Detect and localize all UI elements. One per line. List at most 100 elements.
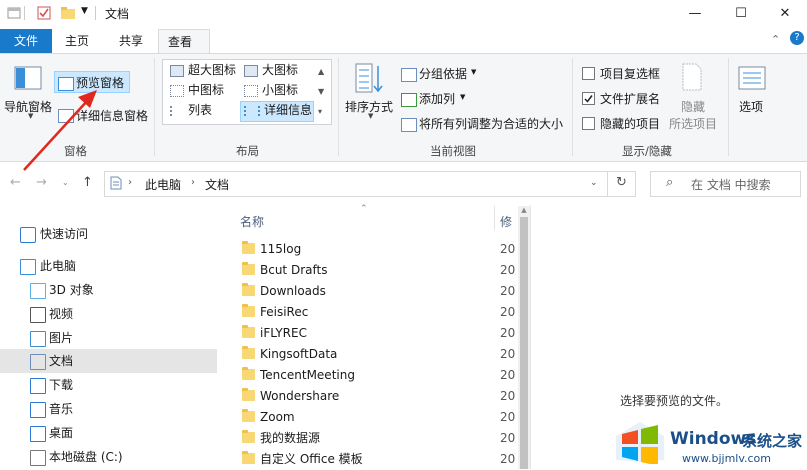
breadcrumb-sep-icon[interactable]: › bbox=[191, 177, 195, 188]
scroll-up-icon[interactable]: ▲ bbox=[519, 206, 529, 214]
new-folder-icon[interactable] bbox=[60, 5, 76, 21]
add-column-icon bbox=[401, 92, 417, 107]
nav-item-label: 此电脑 bbox=[40, 259, 77, 273]
layout-large-icons[interactable]: 大图标 bbox=[244, 60, 298, 80]
folder-icon bbox=[242, 241, 255, 254]
file-row[interactable]: KingsoftData 20 bbox=[238, 344, 518, 365]
separator bbox=[572, 58, 573, 156]
file-row[interactable]: Downloads 20 bbox=[238, 281, 518, 302]
add-column-button[interactable]: 添加列 bbox=[419, 90, 455, 107]
file-row[interactable]: iFLYREC 20 bbox=[238, 323, 518, 344]
file-name: FeisiRec bbox=[260, 305, 309, 319]
file-row[interactable]: 115log 20 bbox=[238, 239, 518, 260]
column-header-date[interactable]: 修 bbox=[500, 213, 512, 230]
file-row[interactable]: FeisiRec 20 bbox=[238, 302, 518, 323]
nav-item[interactable]: 视频 bbox=[0, 302, 217, 326]
file-name: 自定义 Office 模板 bbox=[260, 452, 363, 466]
address-dropdown-icon[interactable]: ⌄ bbox=[590, 178, 598, 188]
refresh-button[interactable]: ↻ bbox=[616, 175, 627, 190]
file-date: 20 bbox=[500, 263, 516, 277]
file-extensions-checkbox[interactable] bbox=[582, 92, 595, 108]
file-date: 20 bbox=[500, 347, 516, 361]
tab-home[interactable]: 主页 bbox=[56, 29, 98, 53]
properties-icon[interactable] bbox=[36, 5, 52, 21]
folder-icon bbox=[242, 451, 255, 464]
ribbon-collapse-icon[interactable]: ⌃ bbox=[771, 33, 780, 46]
hide-selected-icon bbox=[681, 63, 703, 94]
address-bar[interactable] bbox=[104, 171, 636, 197]
layout-medium-icons[interactable]: 中图标 bbox=[170, 80, 224, 100]
tab-share[interactable]: 共享 bbox=[110, 29, 152, 53]
back-arrow-icon: ← bbox=[10, 175, 21, 190]
forward-button[interactable]: → bbox=[36, 175, 47, 190]
nav-item[interactable]: 本地磁盘 (C:) bbox=[0, 445, 217, 469]
minimize-button[interactable]: — bbox=[672, 0, 718, 27]
back-button[interactable]: ← bbox=[10, 175, 21, 190]
file-row[interactable]: 自定义 Office 模板 20 bbox=[238, 449, 518, 470]
hide-button[interactable]: 隐藏 bbox=[681, 98, 705, 115]
tab-file[interactable]: 文件 bbox=[0, 29, 52, 53]
watermark-url: www.bjjmlv.com bbox=[682, 452, 771, 465]
up-button[interactable]: ↑ bbox=[82, 175, 93, 190]
group-by-dropdown-icon[interactable]: ▼ bbox=[471, 68, 476, 76]
maximize-button[interactable]: ☐ bbox=[718, 0, 764, 27]
close-button[interactable]: ✕ bbox=[762, 0, 807, 27]
file-name: Downloads bbox=[260, 284, 326, 298]
file-row[interactable]: Bcut Drafts 20 bbox=[238, 260, 518, 281]
column-header-name[interactable]: 名称 bbox=[240, 213, 264, 230]
refresh-icon: ↻ bbox=[616, 175, 627, 190]
tab-view[interactable]: 查看 bbox=[158, 29, 210, 54]
layout-scroll[interactable]: ▲ ▼ ▾ bbox=[318, 62, 324, 122]
nav-item[interactable]: 快速访问 bbox=[0, 222, 217, 246]
file-name: KingsoftData bbox=[260, 347, 338, 361]
file-row[interactable]: 我的数据源 20 bbox=[238, 428, 518, 449]
file-row[interactable]: TencentMeeting 20 bbox=[238, 365, 518, 386]
separator bbox=[338, 58, 339, 156]
file-row[interactable]: Zoom 20 bbox=[238, 407, 518, 428]
file-name: 115log bbox=[260, 242, 302, 256]
nav-item-label: 文档 bbox=[49, 354, 74, 368]
breadcrumb-documents[interactable]: 文档 bbox=[205, 176, 229, 193]
file-name: 我的数据源 bbox=[260, 431, 321, 445]
title-divider bbox=[95, 6, 96, 20]
download-icon bbox=[30, 378, 46, 394]
nav-item[interactable]: 图片 bbox=[0, 326, 217, 350]
nav-pane-dropdown-icon[interactable]: ▼ bbox=[28, 112, 33, 120]
nav-item-label: 桌面 bbox=[49, 426, 74, 440]
nav-item[interactable]: 音乐 bbox=[0, 397, 217, 421]
up-arrow-icon: ↑ bbox=[82, 175, 93, 190]
help-icon[interactable]: ? bbox=[790, 31, 804, 45]
add-column-dropdown-icon[interactable]: ▼ bbox=[460, 93, 465, 101]
group-by-button[interactable]: 分组依据 bbox=[419, 65, 467, 82]
nav-item-label: 3D 对象 bbox=[49, 283, 94, 297]
item-checkboxes-checkbox[interactable] bbox=[582, 67, 595, 83]
nav-item[interactable]: 下载 bbox=[0, 373, 217, 397]
qa-customize-icon[interactable]: ▼ bbox=[81, 6, 88, 16]
recent-locations-icon[interactable]: ⌄ bbox=[62, 178, 69, 187]
scrollbar-thumb[interactable] bbox=[520, 217, 528, 469]
breadcrumb-this-pc[interactable]: 此电脑 bbox=[145, 176, 181, 193]
folder-icon bbox=[242, 283, 255, 296]
layout-list[interactable]: 列表 bbox=[170, 100, 212, 120]
column-divider[interactable] bbox=[494, 206, 495, 230]
layout-details[interactable]: 详细信息 bbox=[244, 100, 312, 120]
desktop-icon bbox=[30, 426, 46, 442]
layout-extra-large-icons[interactable]: 超大图标 bbox=[170, 60, 236, 80]
group-by-icon bbox=[401, 67, 417, 82]
breadcrumb-sep-icon[interactable]: › bbox=[128, 177, 132, 188]
file-row[interactable]: Wondershare 20 bbox=[238, 386, 518, 407]
nav-item[interactable]: 3D 对象 bbox=[0, 278, 217, 302]
nav-item[interactable]: 此电脑 bbox=[0, 254, 217, 278]
options-button[interactable]: 选项 bbox=[739, 98, 763, 115]
details-pane-button[interactable]: 详细信息窗格 bbox=[76, 107, 148, 124]
cube-icon bbox=[30, 283, 46, 299]
folder-icon bbox=[242, 409, 255, 422]
fit-columns-button[interactable]: 将所有列调整为合适的大小 bbox=[419, 115, 563, 132]
nav-item[interactable]: 文档 bbox=[0, 349, 217, 373]
hidden-items-checkbox[interactable] bbox=[582, 117, 595, 133]
nav-item[interactable]: 桌面 bbox=[0, 421, 217, 445]
file-explorer-icon[interactable] bbox=[6, 5, 22, 21]
layout-small-icons[interactable]: 小图标 bbox=[244, 80, 298, 100]
sort-by-dropdown-icon[interactable]: ▼ bbox=[368, 112, 373, 120]
details-icon bbox=[244, 105, 260, 116]
